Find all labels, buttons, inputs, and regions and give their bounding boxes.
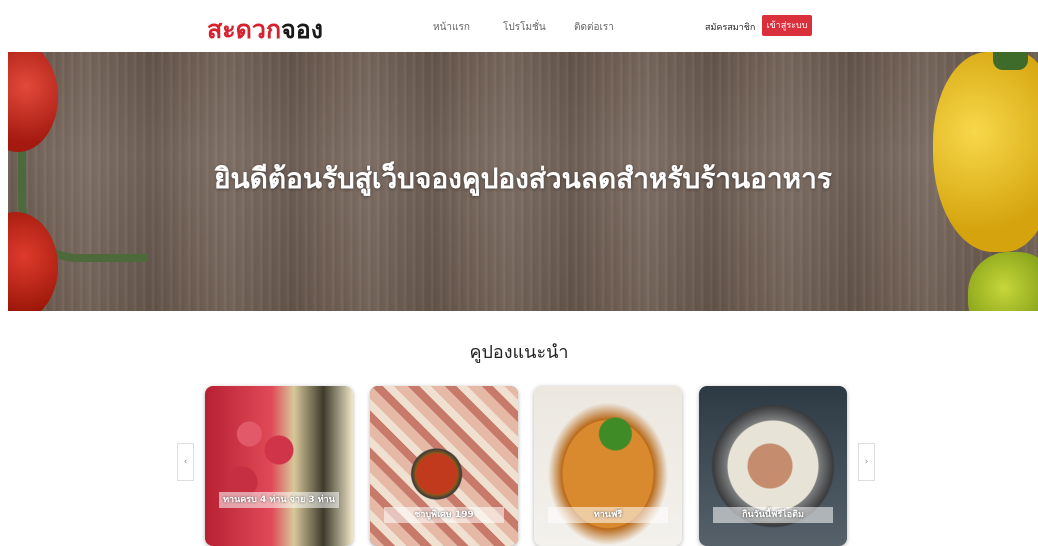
login-button[interactable]: เข้าสู่ระบบ (762, 15, 812, 36)
coupon-card[interactable]: กินวันนี้ฟรีไอติม (699, 386, 847, 546)
carousel-next-button[interactable]: › (858, 443, 875, 481)
chevron-left-icon: ‹ (183, 457, 188, 467)
logo[interactable]: สะดวกจอง (207, 10, 323, 50)
coupon-card[interactable]: ชาบูพิเศษ 199 (370, 386, 518, 546)
logo-part-red: สะดวก (207, 15, 282, 44)
coupon-label: กินวันนี้ฟรีไอติม (713, 507, 833, 523)
coupon-image (205, 386, 353, 546)
coupon-card[interactable]: ทานครบ 4 ท่าน จ่าย 3 ท่าน (205, 386, 353, 546)
chevron-right-icon: › (864, 457, 869, 467)
section-title: คูปองแนะนำ (469, 342, 569, 363)
coupon-card[interactable]: ทานฟรี (534, 386, 682, 546)
hero-banner: ยินดีต้อนรับสู่เว็บจองคูปองส่วนลดสำหรับร… (8, 52, 1038, 311)
nav-link-contact[interactable]: ติดต่อเรา (574, 20, 614, 35)
carousel-prev-button[interactable]: ‹ (177, 443, 194, 481)
coupon-label: ทานครบ 4 ท่าน จ่าย 3 ท่าน (219, 492, 339, 508)
logo-part-dark: จอง (281, 15, 323, 44)
yellow-pepper-decoration (933, 52, 1038, 252)
pepper-stem-decoration (993, 52, 1028, 70)
signup-link[interactable]: สมัครสมาชิก (705, 20, 755, 34)
nav-link-promotion[interactable]: โปรโมชั่น (503, 20, 546, 35)
coupon-label: ทานฟรี (548, 507, 668, 523)
nav-link-home[interactable]: หน้าแรก (433, 20, 470, 35)
green-pepper-decoration (968, 252, 1038, 311)
navbar: สะดวกจอง หน้าแรก โปรโมชั่น ติดต่อเรา สมั… (0, 0, 1038, 52)
coupon-label: ชาบูพิเศษ 199 (384, 507, 504, 523)
hero-title: ยินดีต้อนรับสู่เว็บจองคูปองส่วนลดสำหรับร… (214, 162, 832, 195)
